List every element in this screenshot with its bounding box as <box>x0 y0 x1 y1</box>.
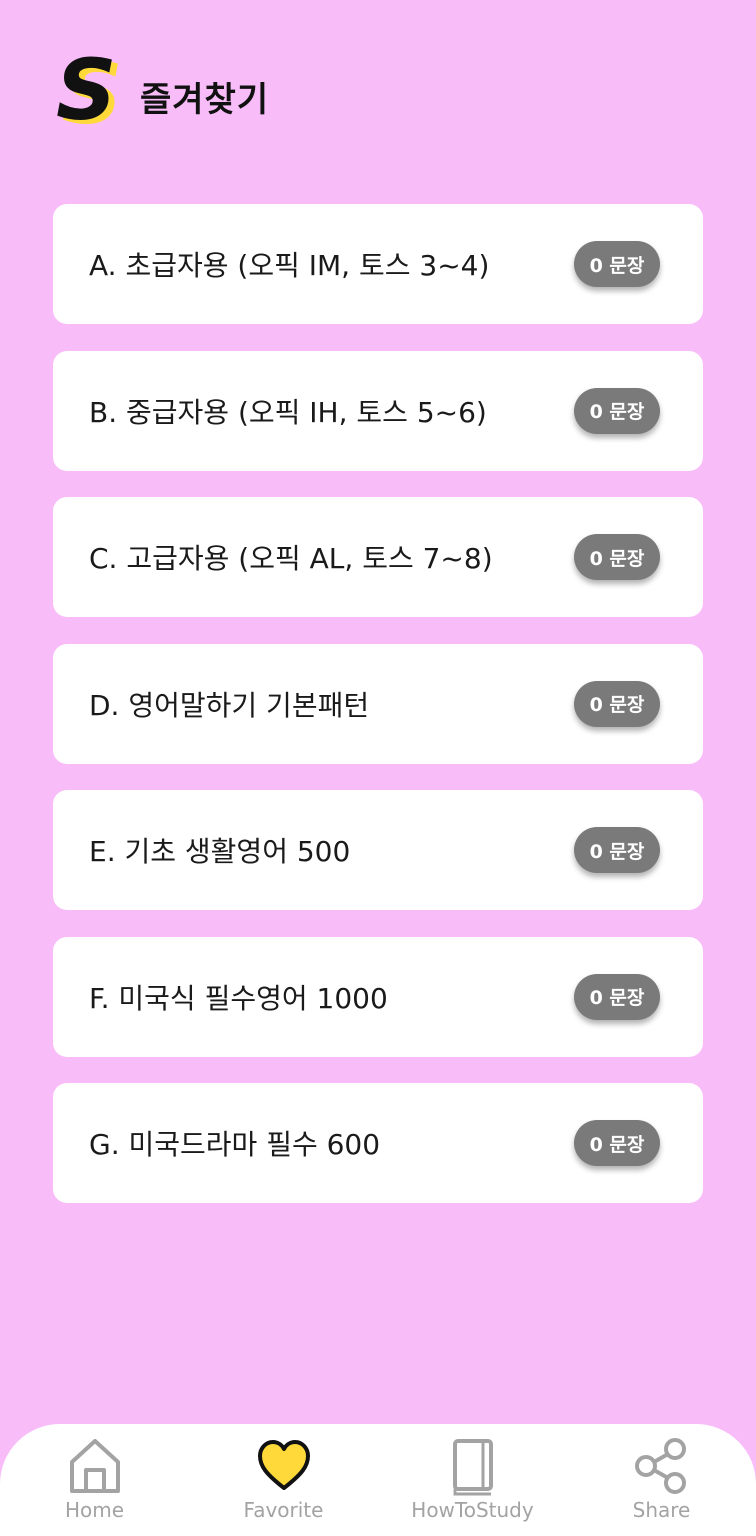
share-icon <box>634 1438 686 1494</box>
category-label: A. 초급자용 (오픽 IM, 토스 3~4) <box>89 249 490 282</box>
category-label: E. 기초 생활영어 500 <box>89 835 351 868</box>
sentence-count-badge: 0 문장 <box>574 387 660 434</box>
nav-favorite[interactable]: Favorite <box>189 1424 378 1536</box>
sentence-count-badge: 0 문장 <box>574 241 660 287</box>
nav-share[interactable]: Share <box>567 1424 756 1536</box>
sentence-count-badge: 0 문장 <box>574 534 660 580</box>
category-label: G. 미국드라마 필수 600 <box>89 1128 381 1161</box>
category-card-g[interactable]: G. 미국드라마 필수 600 0 문장 <box>53 1083 703 1203</box>
category-label: F. 미국식 필수영어 1000 <box>89 981 388 1015</box>
category-label: B. 중급자용 (오픽 IH, 토스 5~6) <box>89 395 487 429</box>
nav-share-label: Share <box>632 1498 691 1522</box>
sentence-count-badge: 0 문장 <box>574 827 660 873</box>
book-icon <box>452 1439 493 1496</box>
sentence-count-badge: 0 문장 <box>574 1120 660 1166</box>
nav-home-label: Home <box>64 1498 125 1522</box>
sentence-count-badge: 0 문장 <box>574 680 660 727</box>
page-header: S S 즐겨찾기 <box>56 41 270 143</box>
category-card-b[interactable]: B. 중급자용 (오픽 IH, 토스 5~6) 0 문장 <box>53 350 703 471</box>
home-icon <box>69 1439 120 1493</box>
bottom-navigation: Home Favorite HowToStudy Share <box>0 1424 756 1536</box>
page-title: 즐겨찾기 <box>140 79 270 120</box>
category-card-c[interactable]: C. 고급자용 (오픽 AL, 토스 7~8) 0 문장 <box>53 497 703 617</box>
sentence-count-badge: 0 문장 <box>574 973 660 1020</box>
nav-how-to-study-label: HowToStudy <box>411 1498 534 1522</box>
category-card-f[interactable]: F. 미국식 필수영어 1000 0 문장 <box>53 936 703 1057</box>
category-label: D. 영어말하기 기본패턴 <box>89 688 370 722</box>
nav-favorite-label: Favorite <box>243 1498 324 1522</box>
category-list: A. 초급자용 (오픽 IM, 토스 3~4) 0 문장 B. 중급자용 (오픽… <box>53 204 703 1230</box>
category-card-e[interactable]: E. 기초 생활영어 500 0 문장 <box>53 790 703 910</box>
nav-how-to-study[interactable]: HowToStudy <box>378 1424 567 1536</box>
app-logo: S S <box>56 41 122 143</box>
nav-home[interactable]: Home <box>0 1424 189 1536</box>
category-card-d[interactable]: D. 영어말하기 기본패턴 0 문장 <box>53 643 703 764</box>
heart-icon <box>257 1440 310 1490</box>
category-card-a[interactable]: A. 초급자용 (오픽 IM, 토스 3~4) 0 문장 <box>53 204 703 324</box>
category-label: C. 고급자용 (오픽 AL, 토스 7~8) <box>89 542 493 575</box>
